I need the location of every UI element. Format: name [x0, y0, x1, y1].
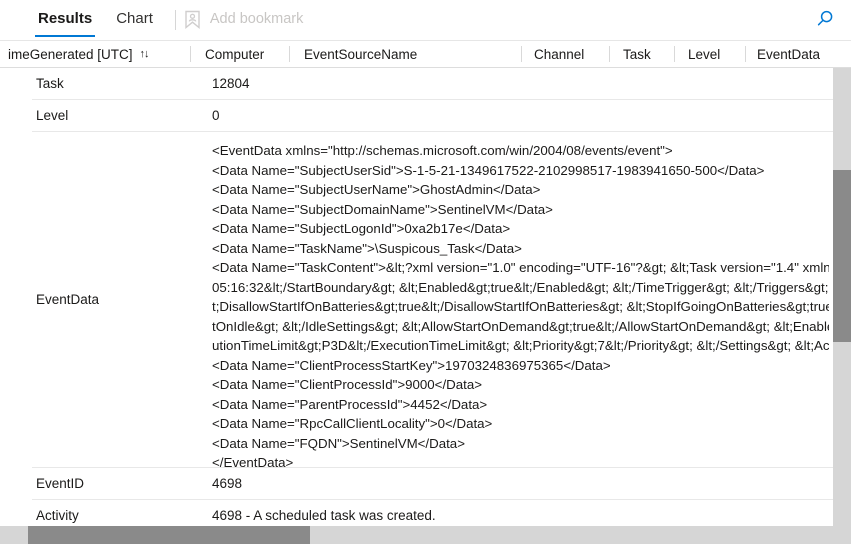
xml-line: <Data Name="SubjectDomainName">SentinelV… [212, 201, 553, 217]
scrollbar-corner [833, 526, 851, 544]
search-icon [815, 9, 835, 34]
column-header-label: Computer [205, 46, 265, 62]
xml-line: t;DisallowStartIfOnBatteries&gt;true&lt;… [212, 299, 829, 314]
xml-line: <Data Name="ClientProcessStartKey">19703… [212, 357, 611, 373]
bookmark-person-icon [184, 10, 201, 29]
xml-line: <Data Name="SubjectUserSid">S-1-5-21-134… [212, 162, 765, 178]
column-header-label: imeGenerated [UTC] [8, 46, 133, 62]
toolbar-divider [174, 10, 176, 30]
add-bookmark-label: Add bookmark [209, 10, 304, 27]
tab-results[interactable]: Results [26, 0, 104, 41]
table-row[interactable]: EventID 4698 [0, 468, 833, 500]
xml-line: <Data Name="RpcCallClientLocality">0</Da… [212, 416, 493, 431]
field-value-eventdata-xml: <EventData xmlns="http://schemas.microso… [212, 132, 833, 467]
table-row[interactable]: Level 0 [0, 100, 833, 132]
field-value: 0 [212, 108, 220, 123]
xml-line: <Data Name="ParentProcessId">4452</Data> [212, 396, 488, 412]
horizontal-scrollbar-thumb[interactable] [28, 526, 310, 544]
table-row[interactable]: Activity 4698 - A scheduled task was cre… [0, 500, 833, 526]
column-header-eventsourcename[interactable]: EventSourceName [304, 41, 417, 67]
field-label: Task [36, 76, 64, 91]
column-header-computer[interactable]: Computer [205, 41, 264, 67]
column-divider[interactable] [521, 46, 522, 62]
column-header-timegenerated[interactable]: imeGenerated [UTC] ↑↓ [8, 41, 149, 67]
xml-line: utionTimeLimit&gt;P3D&lt;/ExecutionTimeL… [212, 338, 829, 353]
xml-line: <EventData xmlns="http://schemas.microso… [212, 143, 673, 158]
column-header-task[interactable]: Task [623, 41, 651, 67]
tab-chart[interactable]: Chart [104, 0, 165, 41]
column-divider[interactable] [190, 46, 191, 62]
xml-line: <Data Name="SubjectUserName">GhostAdmin<… [212, 182, 541, 197]
column-divider[interactable] [609, 46, 610, 62]
column-header-level[interactable]: Level [688, 41, 720, 67]
xml-line: <Data Name="TaskContent">&lt;?xml versio… [212, 260, 829, 275]
field-label: EventID [36, 476, 85, 491]
field-value: 4698 [212, 476, 243, 491]
xml-line: tOnIdle&gt; &lt;/IdleSettings&gt; &lt;Al… [212, 318, 829, 334]
column-header-eventdata[interactable]: EventData [757, 41, 820, 67]
query-results-panel: Results Chart Add bookmark imeGenerated … [0, 0, 851, 544]
column-header-channel[interactable]: Channel [534, 41, 584, 67]
column-header-label: EventSourceName [304, 46, 418, 62]
vertical-scrollbar-thumb[interactable] [833, 170, 851, 342]
tab-results-label: Results [38, 10, 93, 27]
column-header-label: EventData [757, 46, 821, 62]
field-value: 12804 [212, 76, 250, 91]
xml-line: <Data Name="TaskName">\Suspicous_Task</D… [212, 240, 522, 256]
vertical-scrollbar[interactable] [833, 68, 851, 526]
table-row[interactable]: Task 12804 [0, 68, 833, 100]
xml-line: 05:16:32&lt;/StartBoundary&gt; &lt;Enabl… [212, 279, 829, 295]
xml-line: </EventData> [212, 455, 294, 467]
search-button[interactable] [811, 7, 839, 35]
xml-line: <Data Name="SubjectLogonId">0xa2b17e</Da… [212, 221, 511, 236]
sort-arrows-icon[interactable]: ↑↓ [140, 48, 149, 60]
column-header-label: Task [623, 46, 651, 62]
column-divider[interactable] [289, 46, 290, 62]
tab-chart-label: Chart [116, 10, 153, 27]
xml-line: <Data Name="ClientProcessId">9000</Data> [212, 377, 482, 392]
column-header-label: Channel [534, 46, 585, 62]
column-header-row: imeGenerated [UTC] ↑↓ Computer EventSour… [0, 41, 851, 68]
xml-line: <Data Name="FQDN">SentinelVM</Data> [212, 435, 465, 451]
column-header-label: Level [688, 46, 721, 62]
column-divider[interactable] [745, 46, 746, 62]
horizontal-scrollbar[interactable] [0, 526, 851, 544]
field-value: 4698 - A scheduled task was created. [212, 508, 436, 523]
field-label: Level [36, 108, 69, 123]
field-label: EventData [36, 292, 100, 307]
tab-list: Results Chart Add bookmark [0, 0, 303, 41]
add-bookmark-button[interactable]: Add bookmark [184, 0, 304, 41]
field-label: Activity [36, 508, 79, 523]
table-row-eventdata[interactable]: EventData <EventData xmlns="http://schem… [0, 132, 833, 468]
results-tabbar: Results Chart Add bookmark [0, 0, 851, 41]
column-divider[interactable] [674, 46, 675, 62]
record-detail-grid: Task 12804 Level 0 EventData <EventData … [0, 68, 833, 526]
